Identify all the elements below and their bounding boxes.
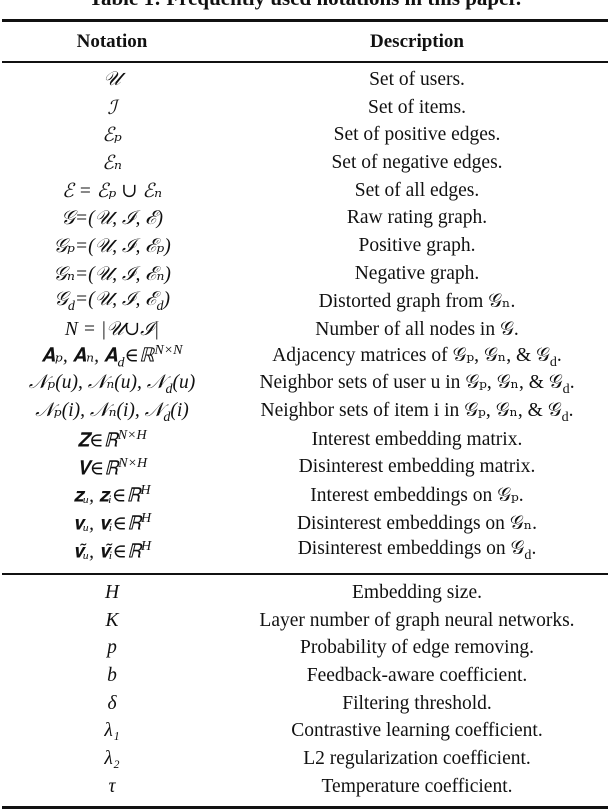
notation-cell: δ: [107, 692, 117, 714]
notation-cell: ℰₙ: [102, 152, 122, 174]
notation-cell: 𝐀ₚ, 𝐀ₙ, 𝐀d∈ℝN×N: [41, 342, 183, 371]
description-cell: Negative graph.: [354, 262, 480, 284]
description-cell: L2 regularization coefficient.: [303, 747, 531, 769]
table-row: 𝐀ₚ, 𝐀ₙ, 𝐀d∈ℝN×N Adjacency matrices of 𝒢ₚ,…: [0, 342, 610, 371]
table-row: τ Temperature coefficient.: [0, 773, 610, 801]
notation-cell: 𝒩ₚ(u), 𝒩ₙ(u), 𝒩d(u): [28, 372, 196, 398]
notation-cell: 𝒢d=(𝒰, ℐ, ℰd): [54, 288, 170, 314]
notation-cell: ℐ: [107, 97, 117, 119]
description-cell: Raw rating graph.: [346, 207, 488, 229]
table-row: ℰ = ℰₚ ∪ ℰₙ Set of all edges.: [0, 177, 610, 205]
description-cell: Neighbor sets of user u in 𝒢ₚ, 𝒢ₙ, & 𝒢d.: [259, 372, 575, 398]
table-row: 𝐙∈ℝN×H Interest embedding matrix.: [0, 426, 610, 454]
description-cell: Disinterest embeddings on 𝒢d.: [297, 538, 537, 563]
table-row: 𝐕∈ℝN×H Disinterest embedding matrix.: [0, 454, 610, 482]
description-cell: Distorted graph from 𝒢ₙ.: [318, 291, 516, 313]
description-cell: Temperature coefficient.: [321, 775, 513, 797]
notation-cell: p: [107, 637, 117, 659]
description-cell: Adjacency matrices of 𝒢ₚ, 𝒢ₙ, & 𝒢d.: [272, 344, 562, 370]
table-row: 𝒢ₚ=(𝒰, ℐ, ℰₚ) Positive graph.: [0, 232, 610, 260]
notation-cell: b: [107, 664, 117, 686]
bottom-rule: [2, 806, 608, 809]
header-description: Description: [370, 31, 464, 52]
description-cell: Interest embeddings on 𝒢ₚ.: [310, 485, 524, 507]
table-row: p Probability of edge removing.: [0, 634, 610, 662]
notation-cell: H: [104, 581, 120, 603]
notation-cell: 𝒢ₙ=(𝒰, ℐ, ℰₙ): [53, 263, 171, 285]
table-row: 𝒰 Set of users.: [0, 66, 610, 94]
notation-cell: 𝐳ᵤ, 𝐳ᵢ∈ℝH: [73, 482, 151, 507]
table-row: 𝒢=(𝒰, ℐ, ℰ) Raw rating graph.: [0, 204, 610, 232]
notation-cell: λ₁: [104, 720, 120, 742]
header-notation: Notation: [76, 31, 148, 52]
table-row: 𝒢ₙ=(𝒰, ℐ, ℰₙ) Negative graph.: [0, 260, 610, 288]
notation-cell: 𝒢=(𝒰, ℐ, ℰ): [61, 207, 163, 229]
table-row: λ₂ L2 regularization coefficient.: [0, 745, 610, 773]
notation-cell: 𝒰: [103, 69, 121, 91]
description-cell: Positive graph.: [358, 234, 476, 256]
description-cell: Contrastive learning coefficient.: [291, 720, 543, 742]
description-cell: Number of all nodes in 𝒢.: [315, 318, 519, 340]
table-row: N = |𝒰∪ℐ| Number of all nodes in 𝒢.: [0, 315, 610, 343]
notation-cell: τ: [108, 775, 116, 797]
notation-cell: ℰₚ: [102, 125, 122, 147]
description-cell: Set of all edges.: [354, 179, 480, 201]
description-cell: Disinterest embeddings on 𝒢ₙ.: [296, 512, 538, 534]
table-row: K Layer number of graph neural networks.: [0, 607, 610, 635]
table-row: δ Filtering threshold.: [0, 690, 610, 718]
notation-cell: ℰ = ℰₚ ∪ ℰₙ: [61, 180, 163, 202]
notation-cell: N = |𝒰∪ℐ|: [64, 319, 160, 341]
table-row: 𝐯ᵤ, 𝐯ᵢ∈ℝH Disinterest embeddings on 𝒢ₙ.: [0, 509, 610, 537]
notation-cell: λ₂: [104, 747, 120, 769]
table-row: 𝐯̃ᵤ, 𝐯̃ᵢ∈ℝH Disinterest embeddings on 𝒢d.: [0, 537, 610, 565]
description-cell: Probability of edge removing.: [300, 637, 534, 659]
description-cell: Feedback-aware coefficient.: [306, 664, 528, 686]
table-row: H Embedding size.: [0, 579, 610, 607]
group-separator-rule: [2, 573, 608, 575]
description-cell: Neighbor sets of item i in 𝒢ₚ, 𝒢ₙ, & 𝒢d.: [260, 400, 574, 426]
description-cell: Set of items.: [367, 96, 467, 118]
notation-cell: 𝐯ᵤ, 𝐯ᵢ∈ℝH: [72, 510, 152, 535]
table-row: 𝐳ᵤ, 𝐳ᵢ∈ℝH Interest embeddings on 𝒢ₚ.: [0, 481, 610, 509]
table-row: 𝒩ₚ(u), 𝒩ₙ(u), 𝒩d(u) Neighbor sets of user…: [0, 371, 610, 399]
description-cell: Set of negative edges.: [331, 151, 503, 173]
notation-cell: 𝐙∈ℝN×H: [77, 427, 147, 452]
table-caption: Table 1: Frequently used notations in th…: [0, 0, 610, 10]
notation-cell: 𝐕∈ℝN×H: [76, 454, 148, 480]
description-cell: Disinterest embedding matrix.: [298, 456, 536, 478]
description-cell: Set of users.: [369, 68, 465, 90]
notation-group-hyperparameters: H Embedding size. K Layer number of graph …: [0, 579, 610, 801]
notation-group-graph: 𝒰 Set of users. ℐ Set of items. ℰₚ Set of p…: [0, 66, 610, 564]
description-cell: Filtering threshold.: [342, 692, 492, 714]
notation-cell: 𝐯̃ᵤ, 𝐯̃ᵢ∈ℝH: [72, 537, 152, 563]
notation-cell: 𝒢ₚ=(𝒰, ℐ, ℰₚ): [53, 235, 171, 257]
table-row: ℰₚ Set of positive edges.: [0, 121, 610, 149]
table-row: ℐ Set of items.: [0, 94, 610, 122]
table-row: ℰₙ Set of negative edges.: [0, 149, 610, 177]
top-rule: [2, 19, 608, 22]
table-row: b Feedback-aware coefficient.: [0, 662, 610, 690]
table-row: 𝒩ₚ(i), 𝒩ₙ(i), 𝒩d(i) Neighbor sets of item…: [0, 398, 610, 426]
description-cell: Set of positive edges.: [333, 124, 501, 146]
description-cell: Interest embedding matrix.: [311, 428, 523, 450]
notation-cell: K: [105, 609, 119, 631]
table-row: λ₁ Contrastive learning coefficient.: [0, 717, 610, 745]
description-cell: Embedding size.: [352, 581, 482, 603]
header-rule: [2, 61, 608, 63]
description-cell: Layer number of graph neural networks.: [259, 609, 575, 631]
table-row: 𝒢d=(𝒰, ℐ, ℰd) Distorted graph from 𝒢ₙ.: [0, 288, 610, 316]
notation-cell: 𝒩ₚ(i), 𝒩ₙ(i), 𝒩d(i): [35, 400, 189, 426]
